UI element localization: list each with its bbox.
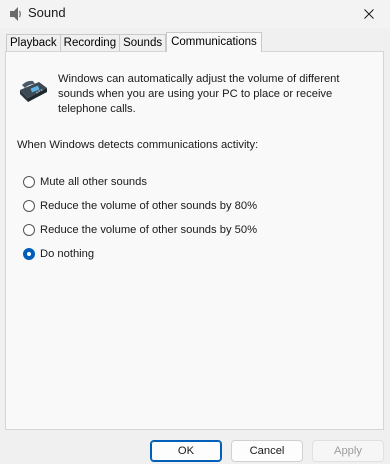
title-bar: Sound <box>0 0 390 28</box>
speaker-icon <box>10 7 21 21</box>
telephone-icon <box>20 80 47 102</box>
apply-button[interactable]: Apply <box>312 440 384 462</box>
tab-strip: Playback Recording Sounds Communications <box>6 32 262 52</box>
tab-playback[interactable]: Playback <box>6 34 61 52</box>
option-label: Do nothing <box>40 248 95 260</box>
option-label: Mute all other sounds <box>40 176 147 188</box>
radio-mute-all[interactable] <box>23 176 35 188</box>
window-title: Sound <box>28 5 66 20</box>
ok-button[interactable]: OK <box>150 440 222 462</box>
tab-sounds[interactable]: Sounds <box>120 34 167 52</box>
detection-prompt: When Windows detects communications acti… <box>17 139 259 151</box>
option-reduce-50[interactable]: Reduce the volume of other sounds by 50% <box>23 222 257 238</box>
communications-description: Windows can automatically adjust the vol… <box>58 73 340 115</box>
close-button[interactable] <box>348 0 390 28</box>
option-label: Reduce the volume of other sounds by 50% <box>40 224 258 236</box>
option-do-nothing[interactable]: Do nothing <box>23 246 94 262</box>
dialog-button-bar: OK Cancel Apply <box>0 434 390 464</box>
cancel-button[interactable]: Cancel <box>231 440 303 462</box>
close-icon <box>364 9 374 19</box>
option-reduce-80[interactable]: Reduce the volume of other sounds by 80% <box>23 198 257 214</box>
communications-panel: Windows can automatically adjust the vol… <box>5 51 384 430</box>
tab-communications[interactable]: Communications <box>166 32 262 52</box>
tab-recording[interactable]: Recording <box>60 34 121 52</box>
radio-do-nothing[interactable] <box>23 248 35 260</box>
option-mute-all[interactable]: Mute all other sounds <box>23 174 147 190</box>
radio-reduce-50[interactable] <box>23 224 35 236</box>
radio-reduce-80[interactable] <box>23 200 35 212</box>
option-label: Reduce the volume of other sounds by 80% <box>40 200 258 212</box>
